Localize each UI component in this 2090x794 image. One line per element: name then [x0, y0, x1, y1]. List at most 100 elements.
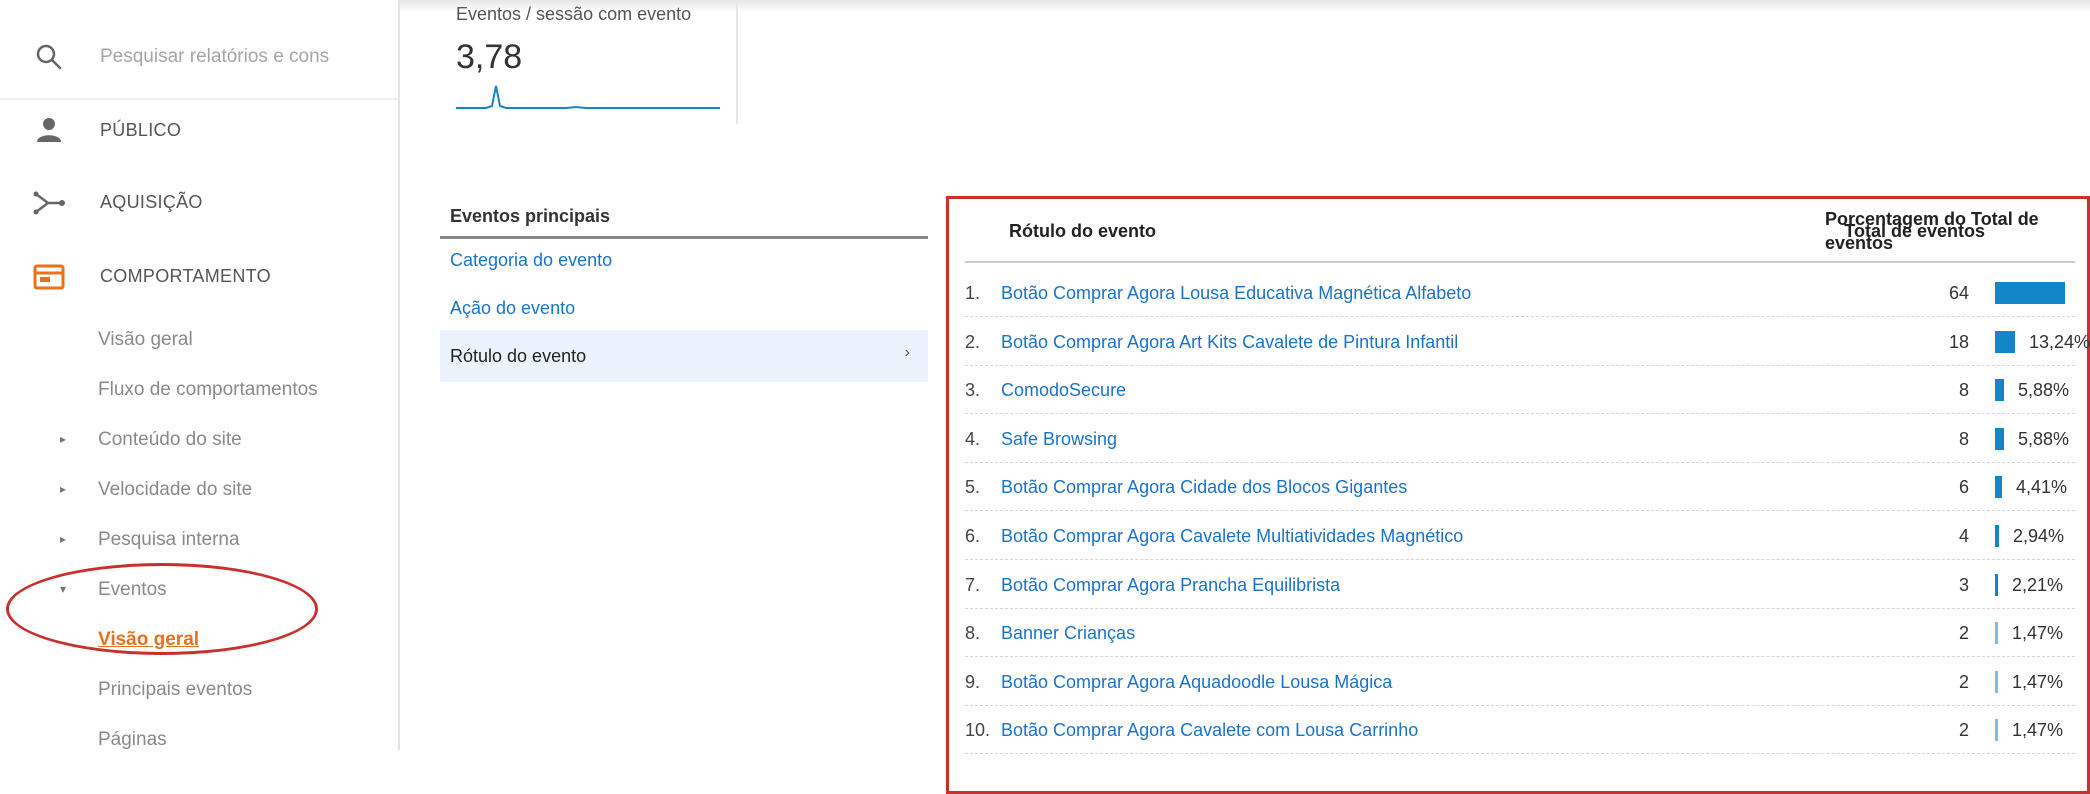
percent-bar [1995, 282, 2065, 304]
event-percent: 13,24% [2029, 331, 2090, 352]
event-label-link[interactable]: Botão Comprar Agora Art Kits Cavalete de… [1001, 332, 1458, 353]
percent-bar [1995, 622, 1998, 645]
nav-item-label: AQUISIÇÃO [100, 192, 203, 212]
event-total: 64 [1948, 283, 1969, 303]
event-total: 8 [1958, 428, 1969, 449]
event-total: 2 [1958, 623, 1969, 644]
subnav-label: Conteúdo do site [98, 429, 242, 450]
event-total: 8 [1958, 380, 1969, 401]
event-percent: 4,41% [2016, 477, 2068, 498]
table-row[interactable]: 3. ComodoSecure 8 5,88% [965, 366, 2075, 415]
row-index: 5. [965, 477, 981, 498]
subnav-label: Fluxo de comportamentos [98, 379, 318, 400]
row-index: 1. [965, 283, 981, 303]
row-index: 8. [965, 623, 981, 644]
event-total: 2 [1958, 720, 1969, 741]
event-label-link[interactable]: Botão Comprar Agora Cavalete Multiativid… [1001, 526, 1463, 547]
link-categoria-evento[interactable]: Categoria do evento [450, 250, 612, 271]
subnav-conteudo-site[interactable]: ▸ Conteúdo do site [0, 416, 398, 464]
acquisition-icon [33, 191, 65, 215]
percent-bar [1995, 330, 2015, 353]
subnav-label: Principais eventos [98, 679, 253, 700]
event-percent: 1,47% [2012, 671, 2064, 692]
header-rotulo[interactable]: Rótulo do evento [1009, 221, 1156, 242]
subnav-fluxo-comportamentos[interactable]: Fluxo de comportamentos [0, 366, 398, 414]
subnav-paginas[interactable]: Páginas [0, 716, 398, 764]
subnav-principais-eventos[interactable]: Principais eventos [0, 666, 398, 714]
subnav-label: Visão geral [98, 329, 193, 350]
caret-right-icon: ▸ [60, 532, 67, 546]
table-row[interactable]: 4. Safe Browsing 8 5,88% [965, 415, 2075, 463]
sparkline [456, 85, 720, 109]
header-percent-line2: eventos [1825, 233, 1894, 253]
table-row[interactable]: 5. Botão Comprar Agora Cidade dos Blocos … [965, 463, 2075, 512]
nav-item-label: COMPORTAMENTO [100, 266, 271, 286]
event-total: 3 [1958, 574, 1969, 595]
event-label-link[interactable]: Botão Comprar Agora Cidade dos Blocos Gi… [1001, 477, 1407, 498]
row-index: 6. [965, 526, 981, 546]
event-total: 18 [1948, 331, 1969, 352]
subnav-label: Páginas [98, 729, 167, 750]
row-index: 7. [965, 574, 981, 595]
event-percent: 1,47% [2012, 623, 2064, 644]
sidebar: PÚBLICO AQUISIÇÃO COMPORTAMENTO Visão ge… [0, 0, 400, 750]
nav-item-label: PÚBLICO [100, 120, 182, 140]
chevron-right-icon: › [904, 344, 910, 361]
table-row[interactable]: 2. Botão Comprar Agora Art Kits Cavalete … [965, 318, 2090, 366]
row-index: 9. [965, 671, 981, 692]
event-label-link[interactable]: ComodoSecure [1001, 380, 1126, 401]
subnav-visao-geral[interactable]: Visão geral [0, 316, 398, 364]
event-percent: 2,21% [2012, 574, 2064, 595]
nav-item-publico[interactable]: PÚBLICO [0, 100, 398, 162]
table-row[interactable]: 1. Botão Comprar Agora Lousa Educativa Ma… [965, 269, 2075, 317]
subnav-velocidade-site[interactable]: ▸ Velocidade do site [0, 466, 398, 514]
percent-bar [1995, 525, 1999, 547]
row-index: 3. [965, 380, 981, 401]
percent-bar [1995, 719, 1998, 742]
header-divider [965, 261, 2075, 263]
subnav-pesquisa-interna[interactable]: ▸ Pesquisa interna [0, 516, 398, 564]
caret-right-icon: ▸ [60, 432, 67, 446]
events-panel-title: Eventos principais [450, 206, 611, 226]
event-percent: 1,47% [2012, 720, 2064, 741]
table-row[interactable]: 8. Banner Crianças 2 1,47% [965, 609, 2075, 658]
person-icon [37, 118, 61, 142]
event-percent: 2,94% [2013, 526, 2065, 546]
sidebar-divider [398, 0, 400, 750]
table-row[interactable]: 10. Botão Comprar Agora Cavalete com Lous… [965, 706, 2075, 755]
row-index: 4. [965, 428, 981, 449]
search-icon[interactable] [34, 42, 64, 72]
search-input[interactable] [100, 42, 390, 72]
table-row[interactable]: 9. Botão Comprar Agora Aquadoodle Lousa M… [965, 658, 2075, 706]
table-row[interactable]: 7. Botão Comprar Agora Prancha Equilibris… [965, 561, 2075, 609]
caret-right-icon: ▸ [60, 482, 67, 496]
event-percent: 5,88% [2018, 380, 2070, 401]
event-percent: 5,88% [2018, 428, 2070, 449]
link-acao-evento[interactable]: Ação do evento [450, 298, 575, 319]
nav-item-aquisicao[interactable]: AQUISIÇÃO [0, 172, 398, 234]
event-label-link[interactable]: Botão Comprar Agora Aquadoodle Lousa Mág… [1001, 672, 1392, 693]
event-total: 6 [1958, 477, 1969, 498]
table-row[interactable]: 6. Botão Comprar Agora Cavalete Multiativ… [965, 512, 2075, 560]
event-label-link[interactable]: Banner Crianças [1001, 623, 1135, 644]
subnav-label: Velocidade do site [98, 479, 253, 500]
metric-card[interactable]: Eventos / sessão com evento 3,78 [440, 0, 738, 124]
header-percent-line1: Porcentagem do Total de [1825, 209, 2039, 229]
percent-bar [1995, 379, 2004, 402]
event-label-link[interactable]: Safe Browsing [1001, 429, 1117, 450]
event-label-link[interactable]: Botão Comprar Agora Lousa Educativa Magn… [1001, 283, 1471, 304]
percent-bar [1995, 670, 1998, 693]
percent-bar [1995, 427, 2004, 450]
nav-item-comportamento[interactable]: COMPORTAMENTO [0, 246, 398, 308]
search-bar [0, 18, 398, 100]
metric-label: Eventos / sessão com evento [456, 4, 692, 24]
highlight-ellipse [6, 563, 318, 655]
metric-value: 3,78 [456, 38, 523, 76]
event-total: 2 [1958, 671, 1969, 692]
row-index: 10. [965, 720, 991, 741]
event-label-link[interactable]: Botão Comprar Agora Cavalete com Lousa C… [1001, 720, 1418, 741]
percent-bar [1995, 573, 1998, 596]
events-table: Rótulo do evento Total de eventos Porcen… [946, 196, 2090, 794]
selected-rotulo-evento[interactable]: Rótulo do evento › [440, 330, 928, 382]
event-label-link[interactable]: Botão Comprar Agora Prancha Equilibrista [1001, 575, 1340, 596]
